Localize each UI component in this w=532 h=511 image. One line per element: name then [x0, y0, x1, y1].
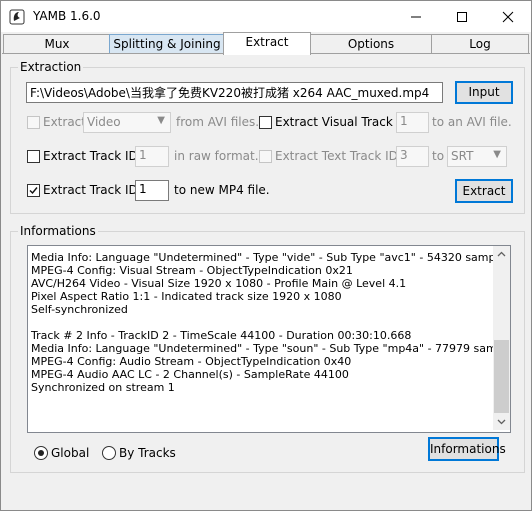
- input-button[interactable]: Input: [455, 81, 513, 104]
- minimize-icon: [411, 16, 421, 17]
- app-window: YAMB 1.6.0 Mux Splitting & Joining Extra…: [0, 0, 532, 511]
- scroll-down-arrow-icon[interactable]: [493, 413, 510, 430]
- info-line: MPEG-4 Config: Audio Stream - ObjectType…: [31, 355, 352, 368]
- visual-track-id-input[interactable]: 1: [396, 112, 429, 133]
- input-file-path[interactable]: F:\Videos\Adobe\当我拿了免费KV220被打成猪 x264 AAC…: [26, 82, 443, 103]
- raw-format-suffix-text: in raw format.: [174, 149, 259, 163]
- radio-selected-dot: [38, 450, 44, 456]
- extract-track-raw-label: Extract Track ID: [43, 149, 138, 163]
- text-track-to-label: to: [432, 149, 445, 163]
- maximize-icon: [457, 11, 467, 22]
- window-title: YAMB 1.6.0: [33, 9, 101, 23]
- info-line: MPEG-4 Config: Visual Stream - ObjectTyp…: [31, 264, 353, 277]
- extract-avi-label: Extract: [43, 115, 86, 129]
- text-format-value: SRT: [451, 149, 474, 163]
- avi-suffix-text: from AVI files.: [176, 115, 260, 129]
- global-radio[interactable]: [34, 446, 48, 460]
- tab-bar: Mux Splitting & Joining Extract Options …: [1, 32, 531, 55]
- informations-group-label: Informations: [18, 224, 98, 238]
- minimize-button[interactable]: [393, 1, 439, 32]
- avi-stream-select[interactable]: Video ▼: [83, 112, 171, 133]
- extract-visual-track-label: Extract Visual Track ID: [275, 115, 410, 129]
- scrollbar-thumb[interactable]: [494, 340, 509, 413]
- tab-options[interactable]: Options: [309, 34, 433, 54]
- mp4-suffix-text: to new MP4 file.: [174, 183, 270, 197]
- tab-mux[interactable]: Mux: [3, 34, 111, 54]
- close-icon: [502, 11, 514, 22]
- maximize-button[interactable]: [439, 1, 485, 32]
- info-line: Media Info: Language "Undetermined" - Ty…: [31, 251, 511, 264]
- info-line: Pixel Aspect Ratio 1:1 - Indicated track…: [31, 290, 342, 303]
- info-line: Media Info: Language "Undetermined" - Ty…: [31, 342, 511, 355]
- extract-visual-track-checkbox[interactable]: [259, 116, 272, 129]
- scroll-up-arrow-icon[interactable]: [493, 246, 510, 263]
- info-line: Self-synchronized: [31, 303, 128, 316]
- extraction-group-label: Extraction: [18, 60, 84, 74]
- info-line: MPEG-4 Audio AAC LC - 2 Channel(s) - Sam…: [31, 368, 349, 381]
- info-line: Synchronized on stream 1: [31, 381, 175, 394]
- close-button[interactable]: [485, 1, 531, 32]
- extract-track-raw-checkbox[interactable]: [27, 150, 40, 163]
- by-tracks-radio[interactable]: [102, 446, 116, 460]
- visual-track-suffix-text: to an AVI file.: [432, 115, 512, 129]
- raw-track-id-input[interactable]: 1: [135, 146, 169, 167]
- info-line: Track # 2 Info - TrackID 2 - TimeScale 4…: [31, 329, 412, 342]
- info-line: AVC/H264 Video - Visual Size 1920 x 1080…: [31, 277, 407, 290]
- vertical-scrollbar[interactable]: [493, 246, 510, 430]
- extract-track-mp4-checkbox[interactable]: [27, 184, 40, 197]
- global-radio-label: Global: [51, 446, 90, 460]
- tab-splitting-joining[interactable]: Splitting & Joining: [109, 34, 225, 54]
- title-bar: YAMB 1.6.0: [1, 1, 531, 32]
- informations-text-area[interactable]: Media Info: Language "Undetermined" - Ty…: [27, 245, 511, 433]
- mp4-track-id-input[interactable]: 1: [135, 180, 169, 201]
- chevron-down-icon: ▼: [157, 115, 165, 126]
- tab-log[interactable]: Log: [431, 34, 529, 54]
- extract-track-mp4-label: Extract Track ID: [43, 183, 138, 197]
- tab-extract[interactable]: Extract: [223, 32, 311, 55]
- avi-stream-value: Video: [87, 115, 121, 129]
- extract-text-track-label: Extract Text Track ID: [275, 149, 398, 163]
- yamb-app-icon: [9, 9, 25, 25]
- extract-button[interactable]: Extract: [455, 179, 513, 203]
- text-format-select[interactable]: SRT ▼: [447, 146, 507, 167]
- checkmark-icon: [29, 187, 38, 195]
- by-tracks-radio-label: By Tracks: [119, 446, 176, 460]
- text-track-id-input[interactable]: 3: [396, 146, 429, 167]
- extract-avi-checkbox[interactable]: [27, 116, 40, 129]
- informations-button[interactable]: Informations: [428, 437, 506, 461]
- extract-text-track-checkbox[interactable]: [259, 150, 272, 163]
- chevron-down-icon: ▼: [493, 149, 501, 160]
